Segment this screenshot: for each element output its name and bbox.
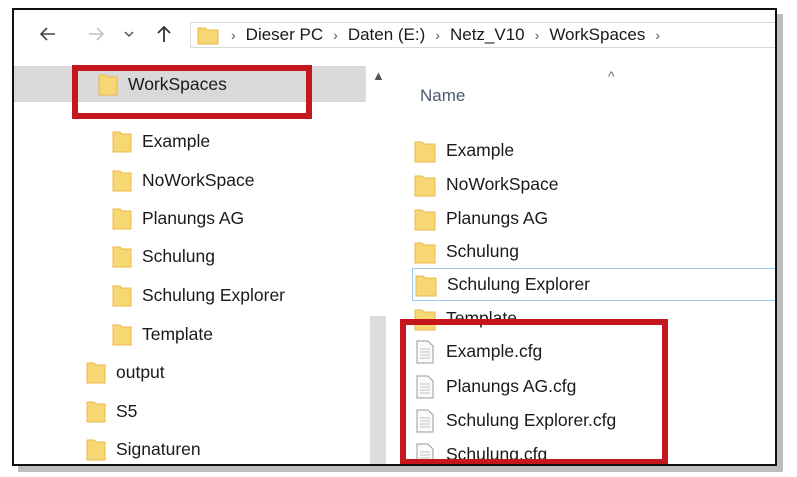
address-bar[interactable]: › Dieser PC › Daten (E:) › Netz_V10 › Wo… bbox=[190, 22, 775, 48]
breadcrumb-separator: › bbox=[231, 27, 236, 43]
file-name: Example bbox=[446, 140, 515, 160]
tree-item-label: S5 bbox=[116, 400, 138, 421]
folder-row-schulung-explorer[interactable]: Schulung Explorer bbox=[412, 268, 775, 301]
tree-item-label: Planungs AG bbox=[142, 207, 245, 228]
folder-icon bbox=[112, 285, 132, 307]
file-name: Schulung Explorer bbox=[447, 274, 590, 294]
breadcrumb-workspaces[interactable]: WorkSpaces bbox=[549, 25, 645, 45]
sort-ascending-icon: ^ bbox=[608, 68, 615, 84]
file-name: NoWorkSpace bbox=[446, 174, 559, 194]
folder-icon bbox=[197, 27, 219, 45]
tree-item-label: Schulung bbox=[142, 245, 215, 266]
folder-icon bbox=[86, 401, 106, 423]
file-name: Schulung bbox=[446, 241, 519, 261]
tree-item-label: Template bbox=[142, 323, 214, 344]
file-row-example-cfg[interactable]: Example.cfg bbox=[414, 335, 775, 368]
tree-item-noworkspace[interactable]: NoWorkSpace bbox=[112, 162, 255, 198]
tree-item-planungs-ag[interactable]: Planungs AG bbox=[112, 200, 244, 236]
scrollbar-thumb[interactable] bbox=[370, 316, 386, 464]
tree-item-label: output bbox=[116, 361, 165, 382]
folder-row-planungs-ag[interactable]: Planungs AG bbox=[414, 202, 775, 235]
document-icon bbox=[416, 375, 434, 398]
breadcrumb-daten-e[interactable]: Daten (E:) bbox=[348, 25, 425, 45]
breadcrumb-separator[interactable]: › bbox=[435, 27, 440, 43]
folder-icon bbox=[86, 362, 106, 384]
tree-item-template[interactable]: Template bbox=[112, 316, 213, 352]
navigation-scrollbar[interactable]: ▲ bbox=[366, 58, 390, 464]
file-name: Schulung.cfg bbox=[446, 444, 548, 464]
file-row-planungs-ag-cfg[interactable]: Planungs AG.cfg bbox=[414, 370, 775, 403]
folder-icon bbox=[414, 242, 436, 263]
arrow-up-icon bbox=[157, 25, 171, 42]
folder-icon bbox=[414, 141, 436, 162]
up-button[interactable] bbox=[154, 24, 174, 44]
arrow-left-icon bbox=[39, 27, 55, 41]
tree-item-label: Example bbox=[142, 130, 211, 151]
tree-item-s5[interactable]: S5 bbox=[86, 393, 137, 429]
folder-icon bbox=[415, 275, 437, 296]
chevron-down-icon bbox=[124, 31, 134, 38]
file-row-schulung-cfg[interactable]: Schulung.cfg bbox=[414, 438, 775, 464]
file-name: Example.cfg bbox=[446, 341, 543, 361]
tree-item-label: Schulung Explorer bbox=[142, 284, 285, 305]
folder-row-noworkspace[interactable]: NoWorkSpace bbox=[414, 168, 775, 201]
folder-icon bbox=[112, 208, 132, 230]
file-name: Schulung Explorer.cfg bbox=[446, 410, 617, 430]
back-button[interactable] bbox=[38, 24, 58, 44]
folder-icon bbox=[112, 170, 132, 192]
arrow-right-icon bbox=[89, 27, 105, 41]
tree-item-schulung-explorer[interactable]: Schulung Explorer bbox=[112, 277, 285, 313]
navigation-pane: WorkSpaces Example NoWorkSpace Planungs … bbox=[14, 58, 390, 464]
tree-item-workspaces[interactable]: WorkSpaces bbox=[14, 66, 366, 102]
document-icon bbox=[416, 443, 434, 464]
file-name: Planungs AG bbox=[446, 208, 549, 228]
scroll-up-icon[interactable]: ▲ bbox=[372, 68, 385, 83]
document-icon bbox=[416, 340, 434, 363]
folder-icon bbox=[112, 324, 132, 346]
folder-icon bbox=[98, 74, 118, 96]
file-list-pane: ^ Name Example NoWorkSpace Planungs AG S… bbox=[394, 58, 775, 464]
forward-button[interactable] bbox=[86, 24, 106, 44]
tree-item-example[interactable]: Example bbox=[112, 123, 210, 159]
recent-locations-button[interactable] bbox=[122, 27, 136, 41]
tree-item-label: NoWorkSpace bbox=[142, 169, 255, 190]
address-toolbar: › Dieser PC › Daten (E:) › Netz_V10 › Wo… bbox=[14, 10, 775, 56]
column-header-name[interactable]: Name bbox=[420, 86, 465, 106]
file-row-schulung-explorer-cfg[interactable]: Schulung Explorer.cfg bbox=[414, 404, 775, 437]
document-icon bbox=[416, 409, 434, 432]
breadcrumb-netz-v10[interactable]: Netz_V10 bbox=[450, 25, 525, 45]
folder-icon bbox=[112, 131, 132, 153]
tree-item-signaturen[interactable]: Signaturen bbox=[86, 431, 201, 464]
tree-item-label: WorkSpaces bbox=[128, 73, 227, 94]
file-name: Template bbox=[446, 308, 518, 328]
folder-icon bbox=[414, 309, 436, 330]
explorer-window: › Dieser PC › Daten (E:) › Netz_V10 › Wo… bbox=[12, 8, 777, 466]
breadcrumb-separator[interactable]: › bbox=[535, 27, 540, 43]
folder-icon bbox=[414, 209, 436, 230]
folder-row-schulung[interactable]: Schulung bbox=[414, 235, 775, 268]
tree-item-schulung[interactable]: Schulung bbox=[112, 238, 215, 274]
breadcrumb-dieser-pc[interactable]: Dieser PC bbox=[246, 25, 323, 45]
file-name: Planungs AG.cfg bbox=[446, 376, 577, 396]
folder-row-example[interactable]: Example bbox=[414, 134, 775, 167]
folder-icon bbox=[112, 246, 132, 268]
tree-item-label: Signaturen bbox=[116, 438, 201, 459]
folder-row-template[interactable]: Template bbox=[414, 302, 775, 335]
breadcrumb-separator[interactable]: › bbox=[333, 27, 338, 43]
folder-icon bbox=[414, 175, 436, 196]
tree-item-output[interactable]: output bbox=[86, 354, 165, 390]
folder-icon bbox=[86, 439, 106, 461]
breadcrumb-separator[interactable]: › bbox=[655, 27, 660, 43]
